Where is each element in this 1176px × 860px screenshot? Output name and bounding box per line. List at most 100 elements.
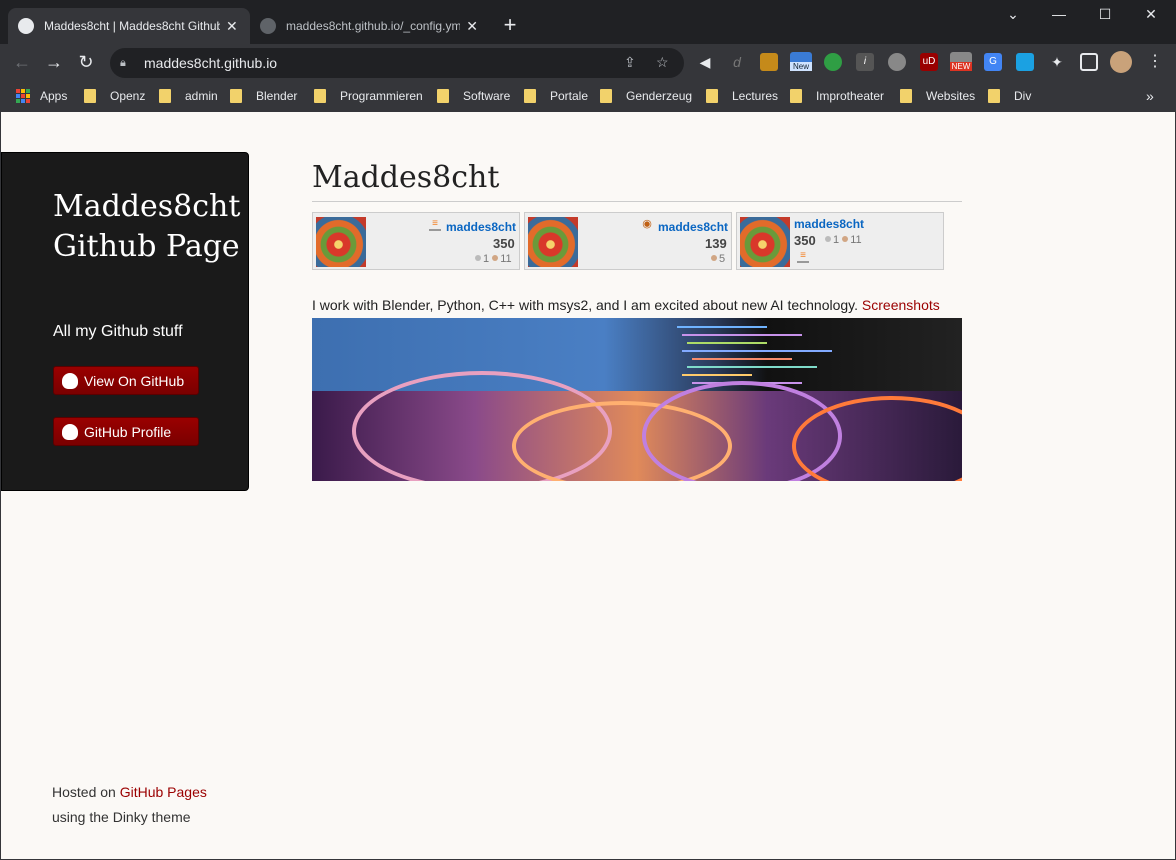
flair-reputation: 350 [493, 236, 515, 251]
bronze-count: 11 [500, 253, 512, 265]
folder-icon [230, 89, 242, 103]
window-close-button[interactable]: ✕ [1136, 6, 1166, 23]
puzzle-icon[interactable]: ✦ [1048, 53, 1066, 71]
bookmark-apps[interactable]: Apps [16, 86, 67, 106]
close-icon[interactable]: ✕ [226, 18, 238, 35]
theme-line: using the Dinky theme [52, 809, 191, 825]
tab-bar: Maddes8cht | Maddes8cht Github Page ✕ ma… [0, 0, 1176, 44]
reload-icon[interactable]: ↻ [74, 50, 98, 74]
bookmark-label: Openz [110, 89, 146, 103]
sidebar: Maddes8cht Github Page All my Github stu… [1, 152, 249, 491]
flair-username[interactable]: maddes8cht [446, 220, 516, 234]
d-extension-icon[interactable]: d [728, 53, 746, 71]
bookmark-label: Portale [550, 89, 589, 103]
bookmark-folder[interactable]: Portale [524, 86, 588, 106]
flair-badges: 1 11 [825, 234, 862, 246]
menu-icon[interactable]: ⋮ [1146, 53, 1164, 71]
folder-icon [437, 89, 449, 103]
extension-icon[interactable] [888, 53, 906, 71]
github-profile-button[interactable]: GitHub Profile [53, 417, 199, 446]
extension-icon[interactable] [824, 53, 842, 71]
url-text[interactable]: maddes8cht.github.io [144, 55, 277, 71]
maximize-button[interactable]: ☐ [1090, 6, 1120, 23]
bookmark-folder[interactable]: admin [159, 86, 218, 106]
site-description: All my Github stuff [53, 323, 183, 340]
page-title: Maddes8cht [312, 160, 500, 195]
github-pages-link[interactable]: GitHub Pages [120, 784, 207, 800]
bookmark-folder[interactable]: Blender [230, 86, 297, 106]
flair-username[interactable]: maddes8cht [658, 220, 728, 234]
sidepanel-icon[interactable] [1080, 53, 1098, 71]
folder-icon [988, 89, 1000, 103]
stackexchange-flair[interactable]: ◉ maddes8cht 139 5 [524, 212, 732, 270]
star-icon[interactable]: ☆ [656, 54, 669, 71]
blender-icon: ◉ [642, 218, 652, 230]
bookmark-folder[interactable]: Lectures [706, 86, 778, 106]
extension-icon[interactable] [760, 53, 778, 71]
new-extension-icon[interactable]: New [790, 52, 812, 71]
stackoverflow-flair[interactable]: maddes8cht 350 1 11 ≡ [736, 212, 944, 270]
button-label: GitHub Profile [84, 423, 172, 440]
intro-text: I work with Blender, Python, C++ with ms… [312, 297, 859, 313]
bookmark-folder[interactable]: Genderzeug [600, 86, 692, 106]
tab-title: maddes8cht.github.io/_config.yml [286, 19, 461, 33]
new-extension-icon[interactable]: NEW [950, 52, 972, 71]
translate-icon[interactable]: G [984, 53, 1002, 71]
share-icon[interactable]: ⇪ [624, 54, 636, 71]
stackoverflow-flair[interactable]: ≡ maddes8cht 350 1 11 [312, 212, 520, 270]
bookmark-folder[interactable]: Software [437, 86, 510, 106]
flair-badges: 5 [711, 253, 725, 265]
new-badge: New [790, 62, 812, 71]
folder-icon [600, 89, 612, 103]
address-bar[interactable]: 🔒︎ maddes8cht.github.io ⇪ ☆ [110, 48, 684, 78]
cables-photo [312, 371, 962, 481]
tab-search-icon[interactable]: ⌄ [998, 6, 1028, 23]
audio-icon[interactable]: ◀ [696, 53, 714, 71]
footer: Hosted on GitHub Pages using the Dinky t… [52, 780, 207, 830]
bookmark-folder[interactable]: Programmieren [314, 86, 423, 106]
minimize-button[interactable]: — [1044, 6, 1074, 22]
bookmarks-bar: Apps Openz admin Blender Programmieren S… [0, 80, 1176, 112]
silver-count: 1 [483, 253, 490, 265]
bookmark-folder[interactable]: Openz [84, 86, 145, 106]
bookmark-folder[interactable]: Div [988, 86, 1031, 106]
bookmark-folder[interactable]: Improtheater [790, 86, 884, 106]
site-title: Maddes8cht Github Page [53, 189, 241, 264]
github-octocat-icon [62, 423, 78, 440]
bookmark-label: Genderzeug [626, 89, 693, 103]
lock-icon[interactable]: 🔒︎ [120, 57, 134, 70]
folder-icon [159, 89, 171, 103]
info-extension-icon[interactable]: i [856, 53, 874, 71]
flair-badges: 1 11 [475, 253, 512, 265]
silver-count: 1 [833, 234, 840, 246]
ublock-icon[interactable]: uD [920, 53, 938, 71]
screenshots-link[interactable]: Screenshots [862, 297, 940, 313]
extension-icon[interactable] [1016, 53, 1034, 71]
folder-icon [84, 89, 96, 103]
forward-icon[interactable]: → [42, 50, 66, 74]
stackoverflow-icon: ≡ [429, 219, 441, 231]
new-tab-button[interactable]: + [500, 12, 520, 38]
globe-icon [18, 18, 34, 34]
flair-reputation: 350 [794, 233, 816, 248]
bookmark-label: Websites [926, 89, 976, 103]
bronze-badge-icon [711, 255, 717, 261]
intro-paragraph: I work with Blender, Python, C++ with ms… [312, 297, 940, 313]
close-icon[interactable]: ✕ [466, 18, 478, 35]
bookmarks-overflow[interactable]: » [1146, 86, 1154, 106]
tab-inactive[interactable]: maddes8cht.github.io/_config.yml ✕ [250, 8, 488, 44]
tab-active[interactable]: Maddes8cht | Maddes8cht Github Page ✕ [8, 8, 250, 44]
avatar[interactable] [1110, 51, 1132, 73]
flair-username[interactable]: maddes8cht [794, 217, 864, 231]
bronze-count: 11 [850, 234, 862, 246]
github-octocat-icon [62, 372, 78, 389]
bookmark-folder[interactable]: Websites [900, 86, 975, 106]
divider [312, 201, 962, 202]
toolbar: ← → ↻ 🔒︎ maddes8cht.github.io ⇪ ☆ ◀ d Ne… [0, 44, 1176, 80]
back-icon[interactable]: ← [10, 50, 34, 74]
user-avatar [740, 217, 790, 267]
bronze-badge-icon [492, 255, 499, 261]
view-on-github-button[interactable]: View On GitHub [53, 366, 199, 395]
folder-icon [314, 89, 326, 103]
apps-icon [16, 89, 30, 103]
